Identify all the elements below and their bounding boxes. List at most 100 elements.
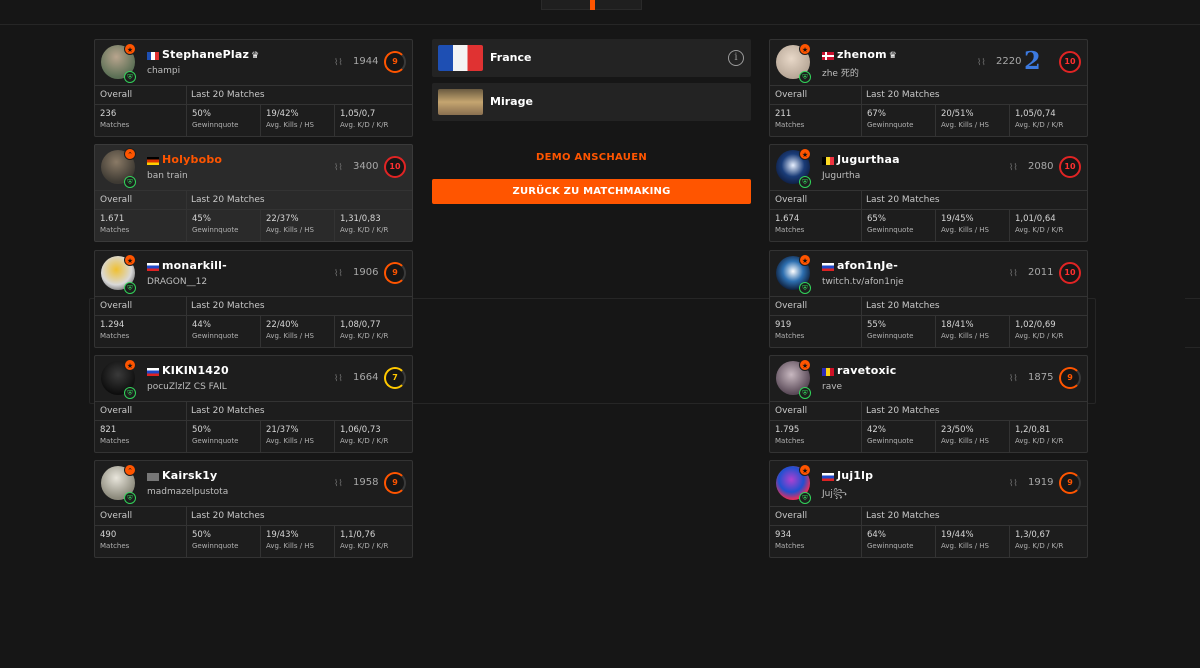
- kd-kr-label: Avg. K/D / K/R: [1015, 226, 1064, 235]
- overall-label: Overall: [100, 405, 133, 416]
- last20-label: Last 20 Matches: [866, 90, 940, 100]
- player-card[interactable]: ★ ⛨ Jugurthaa Jugurtha ⌇⌇ 2080 10 Overal…: [769, 144, 1088, 243]
- server-row[interactable]: France i: [432, 39, 751, 77]
- skill-level-icon: 9: [1059, 472, 1081, 494]
- matches-label: Matches: [775, 121, 805, 129]
- skill-level-icon: 10: [1059, 261, 1081, 284]
- trend-icon: ⌇⌇: [334, 163, 343, 174]
- shield-icon: ⛨: [124, 492, 136, 504]
- shield-icon: ⛨: [799, 386, 811, 399]
- flag-ru-icon: [822, 473, 834, 481]
- shield-icon: ⛨: [799, 176, 811, 189]
- last20-label: Last 20 Matches: [866, 405, 940, 416]
- winrate-label: Gewinnquote: [192, 226, 239, 235]
- winrate-label: Gewinnquote: [192, 542, 239, 550]
- player-name[interactable]: Kairsk1y: [162, 469, 219, 482]
- matches-label: Matches: [100, 226, 130, 235]
- winrate-label: Gewinnquote: [867, 331, 914, 340]
- stats-header: Overall Last 20 Matches: [770, 190, 1087, 211]
- kd-kr-label: Avg. K/D / K/R: [340, 331, 389, 340]
- last20-label: Last 20 Matches: [866, 195, 940, 206]
- kd-kr-value: 1,05/0,74: [1015, 109, 1056, 119]
- kills-hs-label: Avg. Kills / HS: [941, 436, 990, 445]
- player-card[interactable]: ★ ⛨ ravetoxic rave ⌇⌇ 1875 9 Overall Last…: [769, 354, 1088, 453]
- last20-label: Last 20 Matches: [191, 405, 265, 416]
- last20-label: Last 20 Matches: [191, 90, 265, 100]
- winrate-value: 45%: [192, 214, 211, 225]
- trend-icon: ⌇⌇: [977, 58, 986, 68]
- shield-icon: ⛨: [124, 176, 136, 189]
- winrate-label: Gewinnquote: [867, 436, 914, 445]
- overall-label: Overall: [775, 195, 808, 206]
- player-card[interactable]: ⌃ ⛨ Kairsk1y madmazelpustota ⌇⌇ 1958 9 O…: [94, 460, 413, 558]
- kills-hs-label: Avg. Kills / HS: [941, 331, 990, 340]
- shield-icon: ⛨: [124, 281, 136, 294]
- winrate-label: Gewinnquote: [192, 331, 239, 340]
- kd-kr-label: Avg. K/D / K/R: [1015, 331, 1064, 340]
- top-tab-indicator[interactable]: [541, 0, 642, 10]
- kd-kr-value: 1,3/0,67: [1015, 530, 1051, 540]
- player-card[interactable]: ★ ⛨ StephanePlaz ♛ champi ⌇⌇ 1944 9 Overa…: [94, 39, 413, 137]
- overall-label: Overall: [100, 195, 133, 206]
- stats-header: Overall Last 20 Matches: [95, 190, 412, 211]
- winrate-label: Gewinnquote: [192, 121, 239, 129]
- player-name[interactable]: StephanePlaz ♛: [162, 48, 259, 61]
- stats-values: 1.294 Matches 44% Gewinnquote 22/40% Avg. K…: [95, 315, 412, 347]
- player-subtitle: champi: [147, 66, 181, 76]
- server-flag-image: [438, 45, 483, 71]
- stats-header: Overall Last 20 Matches: [770, 400, 1087, 421]
- stats-values: 919 Matches 55% Gewinnquote 18/41% Avg. Kil…: [770, 315, 1087, 347]
- stats-values: 1.674 Matches 65% Gewinnquote 19/45% Avg. K…: [770, 210, 1087, 242]
- flag-unknown-icon: [147, 473, 159, 481]
- matches-label: Matches: [775, 436, 805, 445]
- watch-demo-link[interactable]: DEMO ANSCHAUEN: [432, 152, 751, 163]
- last20-label: Last 20 Matches: [191, 195, 265, 206]
- skill-level-icon: 9: [384, 472, 406, 494]
- skill-level-icon: 10: [384, 156, 406, 179]
- trend-icon: ⌇⌇: [334, 58, 343, 68]
- matches-value: 934: [775, 530, 792, 540]
- elo-value: 1664: [353, 371, 379, 383]
- background-panel-edge: [1185, 298, 1200, 348]
- player-name[interactable]: monarkill-: [162, 259, 229, 272]
- kd-kr-label: Avg. K/D / K/R: [1015, 542, 1064, 550]
- info-icon[interactable]: i: [728, 50, 744, 66]
- player-card[interactable]: ★ ⛨ afon1nJe- twitch.tv/afon1nje ⌇⌇ 2011…: [769, 249, 1088, 348]
- player-name[interactable]: afon1nJe-: [837, 259, 900, 272]
- player-name[interactable]: Holybobo: [162, 153, 224, 166]
- map-row[interactable]: Mirage: [432, 83, 751, 121]
- kills-hs-value: 21/37%: [266, 424, 299, 435]
- elo-value: 1906: [353, 266, 379, 278]
- player-card[interactable]: ★ ⛨ Juj1lp Juj꧂ ⌇⌇ 1919 9 Overall Last 20…: [769, 460, 1088, 558]
- stats-values: 236 Matches 50% Gewinnquote 19/42% Avg. Kil…: [95, 105, 412, 136]
- trend-icon: ⌇⌇: [334, 373, 343, 384]
- winrate-value: 55%: [867, 319, 886, 330]
- winrate-value: 50%: [192, 424, 211, 435]
- back-to-matchmaking-button[interactable]: ZURÜCK ZU MATCHMAKING: [432, 179, 751, 204]
- player-card[interactable]: ★ ⛨ zhenom ♛ zhe 死的 ⌇⌇ 2220 2 10 Overall L…: [769, 39, 1088, 137]
- winrate-label: Gewinnquote: [867, 542, 914, 550]
- player-name[interactable]: KIKIN1420: [162, 364, 231, 377]
- player-card[interactable]: ★ ⛨ KIKIN1420 pocuZlzlZ CS FAIL ⌇⌇ 1664 …: [94, 354, 413, 453]
- kd-kr-value: 1,02/0,69: [1015, 319, 1056, 330]
- flag-ru-icon: [147, 262, 159, 271]
- matches-value: 1.671: [100, 214, 125, 225]
- player-name[interactable]: zhenom ♛: [837, 48, 897, 61]
- kills-hs-label: Avg. Kills / HS: [266, 542, 315, 550]
- stats-header: Overall Last 20 Matches: [95, 295, 412, 316]
- flag-ru-icon: [822, 262, 834, 271]
- winrate-value: 65%: [867, 214, 886, 225]
- matches-label: Matches: [100, 331, 130, 340]
- active-marker: [590, 0, 595, 10]
- kills-hs-label: Avg. Kills / HS: [941, 226, 990, 235]
- player-name[interactable]: Juj1lp: [837, 469, 875, 482]
- kd-kr-label: Avg. K/D / K/R: [340, 542, 389, 550]
- kd-kr-value: 1,1/0,76: [340, 530, 376, 540]
- player-name[interactable]: Jugurthaa: [837, 153, 902, 166]
- player-card[interactable]: ★ ⛨ monarkill- DRAGON__12 ⌇⌇ 1906 9 Over…: [94, 249, 413, 348]
- crown-icon: ♛: [888, 51, 898, 61]
- player-name[interactable]: ravetoxic: [837, 364, 898, 377]
- player-card[interactable]: ⌃ ⛨ Holybobo ban train ⌇⌇ 3400 10 Overal…: [94, 144, 413, 243]
- matches-label: Matches: [775, 226, 805, 235]
- shield-icon: ⛨: [799, 492, 811, 504]
